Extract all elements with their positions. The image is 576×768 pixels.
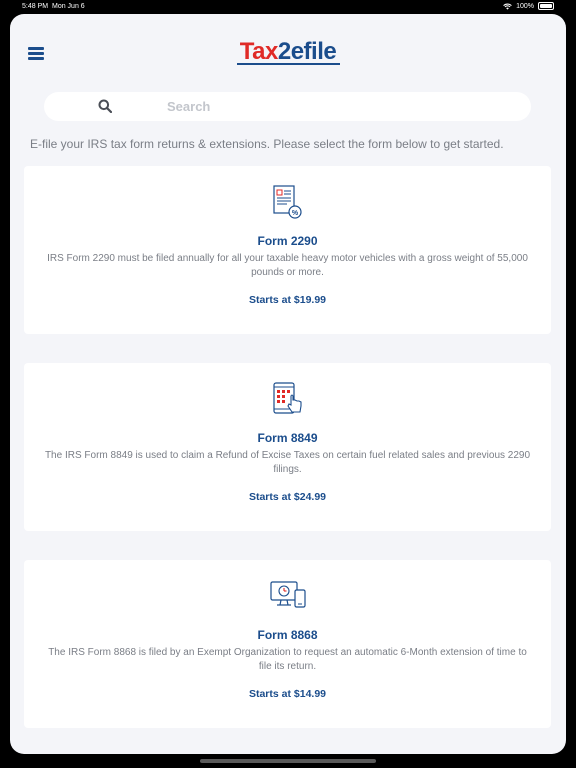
battery-icon	[538, 2, 554, 10]
form-card-8868[interactable]: Form 8868 The IRS Form 8868 is filed by …	[24, 560, 551, 728]
form-card-2290[interactable]: % Form 2290 IRS Form 2290 must be filed …	[24, 166, 551, 334]
app-screen: Tax2efile Search E-file your IRS tax for…	[10, 14, 566, 754]
intro-text: E-file your IRS tax form returns & exten…	[30, 137, 504, 151]
form-title: Form 8849	[257, 431, 318, 445]
status-date: Mon Jun 6	[52, 3, 85, 10]
search-icon	[98, 99, 112, 113]
search-bar[interactable]: Search	[44, 92, 531, 121]
form-card-8849[interactable]: Form 8849 The IRS Form 8849 is used to c…	[24, 363, 551, 531]
form-description: The IRS Form 8868 is filed by an Exempt …	[48, 647, 527, 672]
app-logo: Tax2efile	[10, 38, 566, 66]
status-time: 5:48 PM	[22, 3, 49, 10]
wifi-icon	[503, 3, 512, 10]
form-price: Starts at $14.99	[248, 688, 327, 700]
logo-2efile: 2efile	[277, 38, 337, 65]
form-title: Form 8868	[257, 628, 318, 642]
form-price: Starts at $19.99	[248, 294, 327, 306]
tablet-tap-icon	[273, 382, 302, 414]
search-placeholder: Search	[167, 99, 211, 114]
form-description: IRS Form 2290 must be filed annually for…	[47, 253, 528, 278]
home-indicator[interactable]	[200, 759, 376, 763]
devices-clock-icon	[270, 581, 306, 608]
status-bar: 5:48 PM Mon Jun 6 100%	[0, 0, 576, 14]
form-description: The IRS Form 8849 is used to claim a Ref…	[44, 450, 531, 475]
status-right: 100%	[503, 2, 554, 10]
svg-text:%: %	[292, 210, 299, 217]
tax-document-icon: %	[273, 185, 302, 219]
logo-underline	[237, 63, 340, 65]
form-title: Form 2290	[257, 234, 318, 248]
form-price: Starts at $24.99	[248, 491, 327, 503]
logo-tax: Tax	[239, 38, 279, 65]
battery-percent: 100%	[516, 2, 534, 10]
